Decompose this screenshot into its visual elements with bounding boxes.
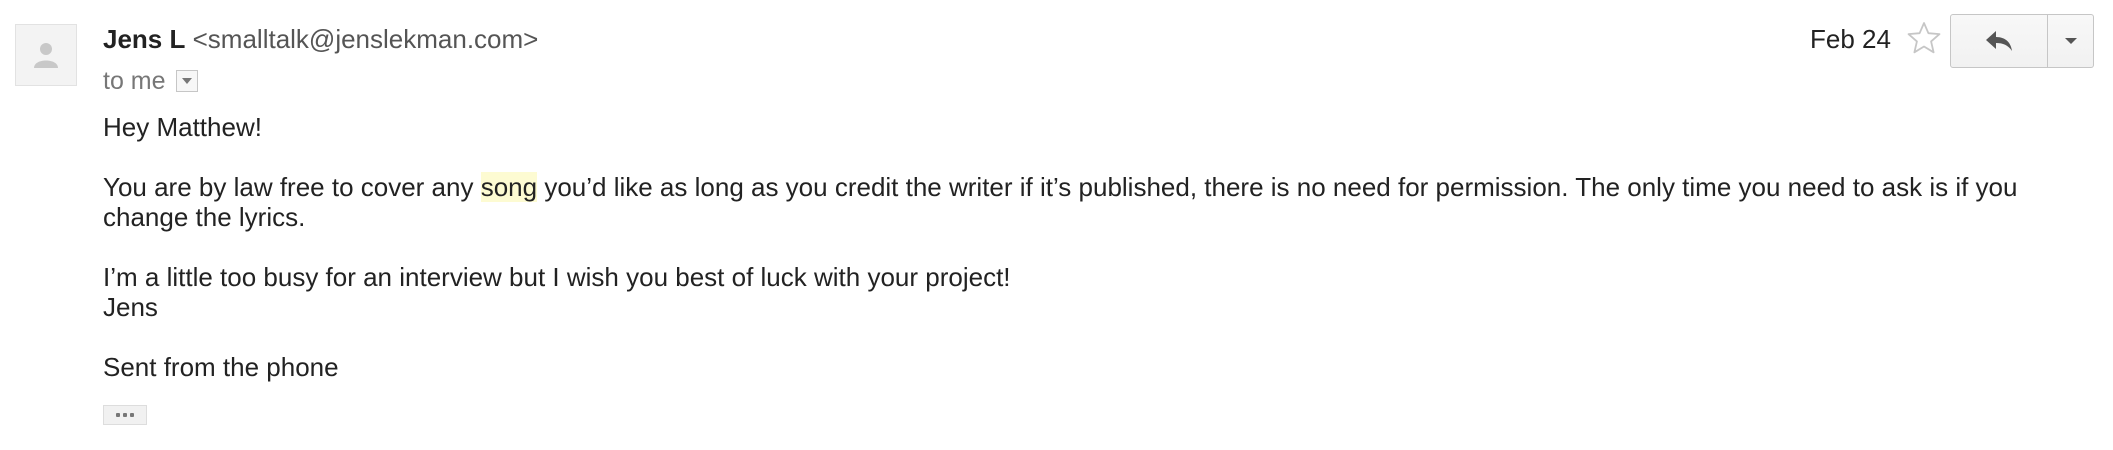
reply-button-group bbox=[1950, 14, 2094, 68]
highlighted-search-term: song bbox=[480, 172, 538, 202]
star-icon[interactable] bbox=[1906, 20, 1942, 56]
busy-line: I’m a little too busy for an interview b… bbox=[103, 262, 1011, 292]
ellipsis-icon bbox=[123, 413, 127, 417]
recipient-line: to me bbox=[103, 64, 198, 98]
ellipsis-icon bbox=[130, 413, 134, 417]
more-actions-button[interactable] bbox=[2048, 14, 2094, 68]
signature: Jens bbox=[103, 292, 158, 322]
paragraph-text-before: You are by law free to cover any bbox=[103, 172, 481, 202]
reply-icon bbox=[1986, 31, 2012, 51]
greeting: Hey Matthew! bbox=[103, 112, 262, 142]
sender-line: Jens L <smalltalk@jenslekman.com> bbox=[103, 22, 538, 56]
recipient-label: to me bbox=[103, 67, 166, 95]
dropdown-icon bbox=[181, 78, 192, 84]
body-paragraph: You are by law free to cover any song yo… bbox=[103, 172, 2063, 232]
person-icon bbox=[34, 43, 58, 68]
email-date: Feb 24 bbox=[1810, 24, 1891, 54]
chevron-down-icon bbox=[2064, 38, 2077, 44]
reply-button[interactable] bbox=[1950, 14, 2048, 68]
sender-name[interactable]: Jens L bbox=[103, 24, 185, 54]
sent-from-line: Sent from the phone bbox=[103, 352, 339, 382]
show-trimmed-content-button[interactable] bbox=[103, 405, 147, 425]
recipient-details-button[interactable] bbox=[175, 70, 198, 92]
ellipsis-icon bbox=[116, 413, 120, 417]
sender-email[interactable]: <smalltalk@jenslekman.com> bbox=[193, 24, 539, 54]
avatar[interactable] bbox=[15, 24, 77, 86]
